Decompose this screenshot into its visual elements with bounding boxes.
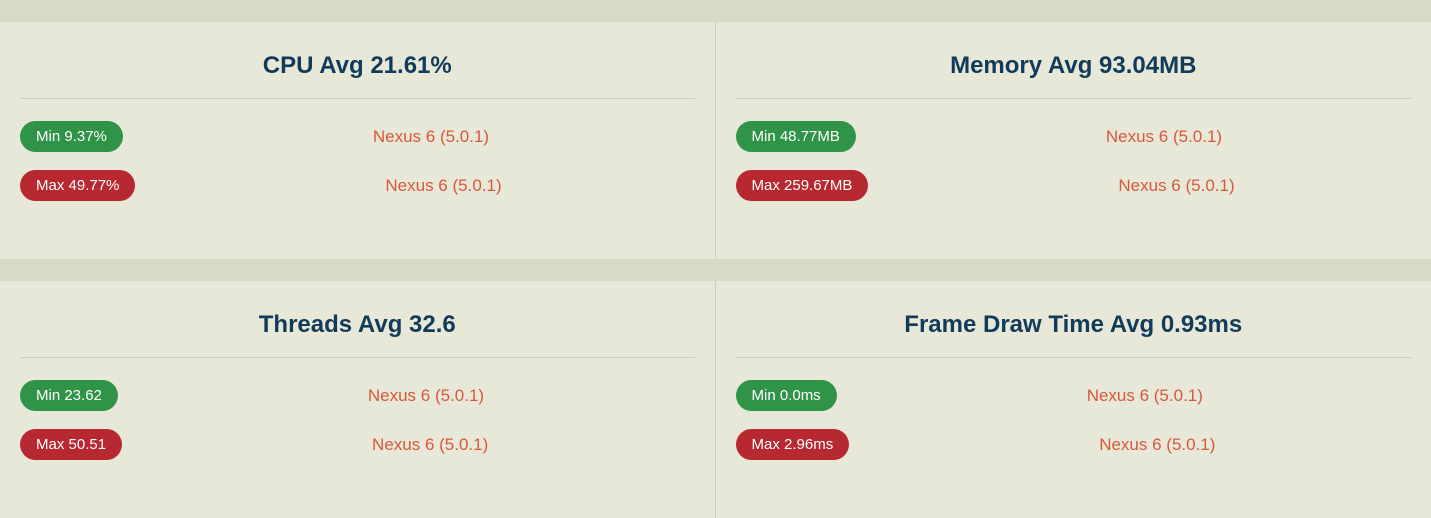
stat-row-max: Max 2.96ms Nexus 6 (5.0.1) [736, 429, 1412, 460]
max-device-label: Nexus 6 (5.0.1) [868, 176, 1411, 196]
min-device-label: Nexus 6 (5.0.1) [856, 127, 1411, 147]
panel-title: Threads Avg 32.6 [20, 311, 695, 339]
stat-row-max: Max 49.77% Nexus 6 (5.0.1) [20, 170, 695, 201]
min-pill: Min 9.37% [20, 121, 123, 152]
metric-panel-frame-draw: Frame Draw Time Avg 0.93ms Min 0.0ms Nex… [716, 281, 1431, 518]
divider [736, 98, 1412, 99]
max-pill: Max 259.67MB [736, 170, 869, 201]
min-device-label: Nexus 6 (5.0.1) [118, 386, 695, 406]
divider [736, 357, 1412, 358]
stat-row-min: Min 9.37% Nexus 6 (5.0.1) [20, 121, 695, 152]
stat-row-max: Max 50.51 Nexus 6 (5.0.1) [20, 429, 695, 460]
panel-title: Memory Avg 93.04MB [736, 52, 1412, 80]
max-pill: Max 49.77% [20, 170, 135, 201]
max-pill: Max 50.51 [20, 429, 122, 460]
min-device-label: Nexus 6 (5.0.1) [837, 386, 1411, 406]
min-pill: Min 0.0ms [736, 380, 837, 411]
min-pill: Min 48.77MB [736, 121, 856, 152]
divider [20, 98, 695, 99]
min-pill: Min 23.62 [20, 380, 118, 411]
divider [20, 357, 695, 358]
metric-panel-cpu: CPU Avg 21.61% Min 9.37% Nexus 6 (5.0.1)… [0, 22, 716, 259]
max-device-label: Nexus 6 (5.0.1) [122, 435, 694, 455]
max-device-label: Nexus 6 (5.0.1) [849, 435, 1411, 455]
max-device-label: Nexus 6 (5.0.1) [135, 176, 694, 196]
stat-row-min: Min 48.77MB Nexus 6 (5.0.1) [736, 121, 1412, 152]
max-pill: Max 2.96ms [736, 429, 850, 460]
metric-panel-memory: Memory Avg 93.04MB Min 48.77MB Nexus 6 (… [716, 22, 1431, 259]
stat-row-min: Min 0.0ms Nexus 6 (5.0.1) [736, 380, 1412, 411]
stat-row-max: Max 259.67MB Nexus 6 (5.0.1) [736, 170, 1412, 201]
panel-title: CPU Avg 21.61% [20, 52, 695, 80]
stat-row-min: Min 23.62 Nexus 6 (5.0.1) [20, 380, 695, 411]
row-spacer [0, 259, 1431, 281]
metrics-grid: CPU Avg 21.61% Min 9.37% Nexus 6 (5.0.1)… [0, 0, 1431, 518]
row-spacer [0, 0, 1431, 22]
metric-panel-threads: Threads Avg 32.6 Min 23.62 Nexus 6 (5.0.… [0, 281, 716, 518]
panel-title: Frame Draw Time Avg 0.93ms [736, 311, 1412, 339]
min-device-label: Nexus 6 (5.0.1) [123, 127, 695, 147]
